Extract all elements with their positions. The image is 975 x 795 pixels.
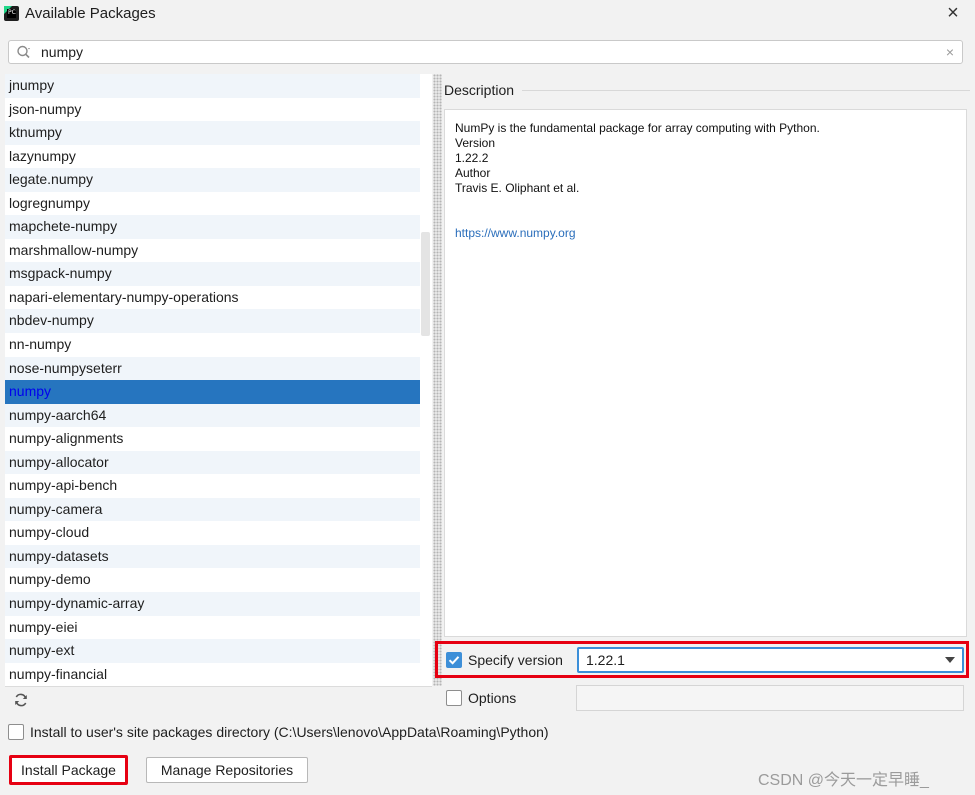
package-list-item[interactable]: napari-elementary-numpy-operations [5, 286, 432, 310]
install-user-label: Install to user's site packages director… [30, 724, 549, 740]
refresh-icon[interactable] [13, 692, 29, 708]
package-list-item[interactable]: numpy-financial [5, 663, 432, 686]
package-list-item[interactable]: nose-numpyseterr [5, 356, 432, 381]
version-select[interactable]: 1.22.1 [577, 647, 964, 673]
options-input[interactable] [576, 685, 964, 711]
install-package-button[interactable]: Install Package [9, 755, 128, 785]
title-bar: PC Available Packages × [0, 0, 975, 28]
list-scrollbar-thumb[interactable] [421, 232, 430, 336]
specify-version-label: Specify version [468, 652, 563, 668]
package-list-item[interactable]: numpy-datasets [5, 544, 432, 569]
package-list-item[interactable]: lazynumpy [5, 145, 432, 169]
description-header: Description [444, 82, 515, 98]
install-user-checkbox[interactable] [8, 724, 24, 740]
package-list-item[interactable]: msgpack-numpy [5, 262, 432, 286]
package-list-item[interactable]: numpy-dynamic-array [5, 592, 432, 616]
package-list-item[interactable]: numpy [5, 380, 432, 404]
package-list-item[interactable]: mapchete-numpy [5, 215, 432, 239]
chevron-down-icon[interactable] [945, 657, 955, 663]
options-label: Options [468, 690, 517, 706]
package-list-item[interactable]: numpy-cloud [5, 521, 432, 545]
package-list-item[interactable]: logregnumpy [5, 192, 432, 216]
search-field[interactable]: × [8, 40, 963, 64]
author-heading: Author [455, 166, 491, 180]
latest-version: 1.22.2 [455, 151, 489, 165]
options-checkbox[interactable] [446, 690, 462, 706]
pycharm-app-icon: PC [4, 6, 19, 21]
manage-repositories-button[interactable]: Manage Repositories [146, 757, 308, 783]
search-input[interactable] [41, 43, 921, 61]
checkmark-icon [448, 656, 460, 665]
list-footer [5, 686, 432, 713]
package-list-item[interactable]: numpy-api-bench [5, 474, 432, 498]
package-list-item[interactable]: numpy-demo [5, 568, 432, 592]
panel-splitter[interactable] [433, 74, 442, 686]
specify-version-checkbox[interactable] [446, 652, 462, 668]
specify-version-row: Specify version 1.22.1 [435, 641, 969, 678]
csdn-watermark: CSDN @今天一定早睡_ [758, 772, 929, 789]
package-list[interactable]: jnumpy json-numpy ktnumpy lazynumpy legate.n… [5, 74, 432, 686]
search-icon [17, 45, 30, 59]
description-divider [522, 90, 970, 91]
package-list-item[interactable]: numpy-alignments [5, 427, 432, 451]
package-list-item[interactable]: json-numpy [5, 98, 432, 122]
description-summary: NumPy is the fundamental package for arr… [455, 121, 820, 135]
close-icon[interactable]: × [941, 2, 965, 26]
list-scrollbar[interactable] [420, 74, 432, 686]
window-title: Available Packages [25, 5, 156, 22]
homepage-link[interactable]: https://www.numpy.org [455, 226, 576, 241]
package-list-item[interactable]: numpy-eiei [5, 616, 432, 640]
package-list-item[interactable]: ktnumpy [5, 121, 432, 145]
package-list-item[interactable]: legate.numpy [5, 168, 432, 192]
package-list-item[interactable]: marshmallow-numpy [5, 239, 432, 263]
package-list-item[interactable]: numpy-ext [5, 639, 432, 663]
package-list-item[interactable]: numpy-camera [5, 497, 432, 522]
package-list-item[interactable]: numpy-allocator [5, 450, 432, 475]
package-list-item[interactable]: numpy-aarch64 [5, 403, 432, 428]
clear-search-icon[interactable]: × [946, 43, 954, 61]
package-list-item[interactable]: nn-numpy [5, 333, 432, 357]
version-heading: Version [455, 136, 496, 150]
description-panel: NumPy is the fundamental package for arr… [444, 109, 967, 637]
package-list-item[interactable]: nbdev-numpy [5, 309, 432, 334]
package-list-item[interactable]: jnumpy [5, 74, 432, 98]
selected-version: 1.22.1 [586, 652, 625, 668]
author-name: Travis E. Oliphant et al. [455, 181, 580, 195]
